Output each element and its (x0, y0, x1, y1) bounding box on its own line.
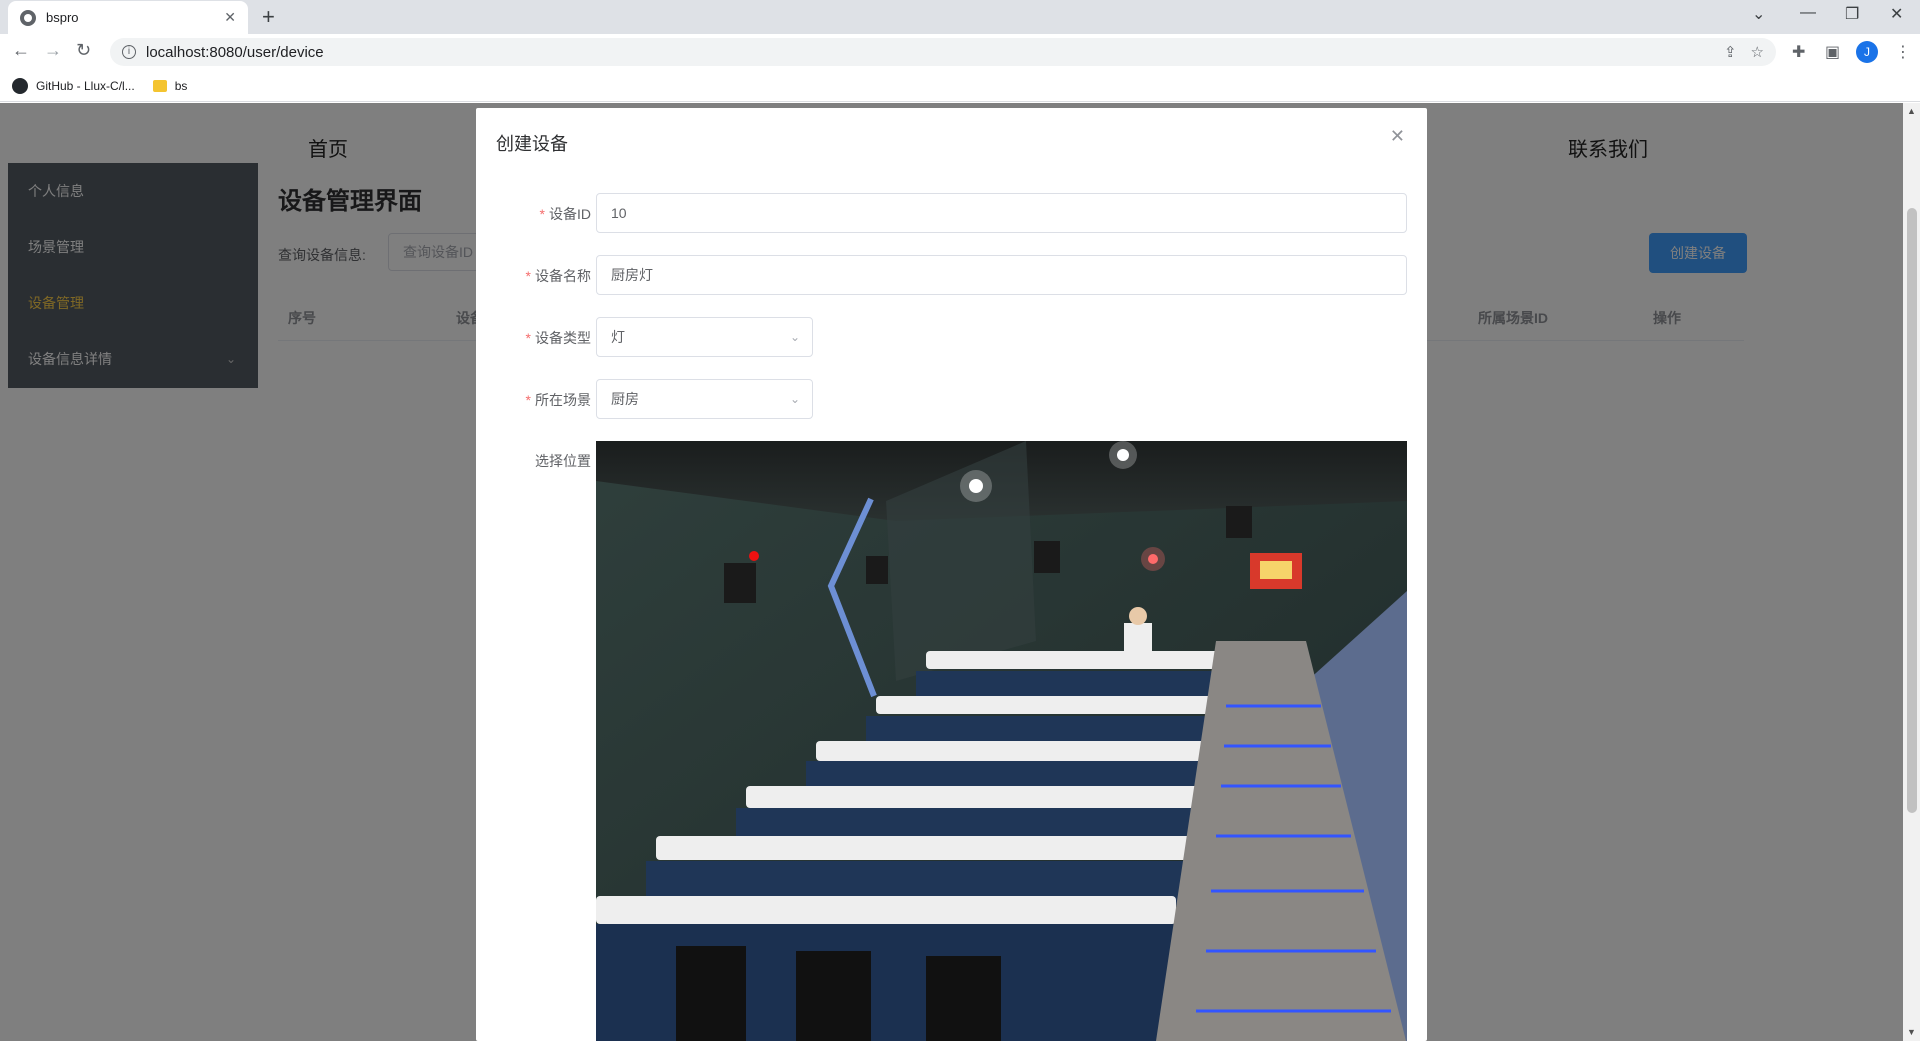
tab-title: bspro (46, 10, 79, 25)
browser-tab[interactable]: bspro ✕ (8, 1, 248, 34)
browser-toolbar: ← → ↻ i localhost:8080/user/device ⇪ ☆ ✚… (0, 34, 1920, 70)
bookmark-github[interactable]: GitHub - Llux-C/l... (12, 77, 135, 94)
location-label: 选择位置 (535, 453, 591, 469)
github-icon (12, 77, 28, 94)
reload-icon[interactable]: ↻ (76, 40, 91, 61)
address-bar[interactable]: i localhost:8080/user/device ⇪ ☆ (110, 38, 1776, 66)
scene-location-image[interactable] (596, 441, 1407, 1041)
scroll-thumb[interactable] (1907, 208, 1917, 813)
minimize-icon[interactable]: — (1800, 4, 1816, 22)
site-favicon-icon (20, 9, 36, 26)
restore-icon[interactable]: ❐ (1845, 4, 1859, 24)
back-icon[interactable]: ← (12, 40, 30, 61)
create-device-dialog: 创建设备 ✕ * 设备ID 10 * 设备名称 厨房灯 * 设备类型 灯 ⌄ * 所在场… (476, 108, 1427, 1041)
bookmark-label: GitHub - Llux-C/l... (36, 78, 135, 93)
scroll-down-icon[interactable]: ▼ (1907, 1027, 1916, 1037)
cinema-photo (596, 441, 1407, 1041)
bookmark-bs[interactable]: bs (152, 78, 188, 93)
page-scrollbar[interactable]: ▲ ▼ (1903, 103, 1920, 1041)
dialog-title: 创建设备 (496, 134, 568, 154)
browser-tab-bar: bspro ✕ + ⌄ — ❐ ✕ (0, 0, 1920, 34)
scene-select[interactable]: 厨房 ⌄ (596, 379, 813, 419)
extensions-icon[interactable]: ✚ (1792, 42, 1805, 62)
close-icon[interactable]: ✕ (1390, 126, 1405, 147)
side-panel-icon[interactable]: ▣ (1825, 42, 1840, 62)
close-window-icon[interactable]: ✕ (1890, 4, 1903, 24)
forward-icon[interactable]: → (44, 40, 62, 61)
select-value: 厨房 (611, 391, 639, 407)
bookmark-star-icon[interactable]: ☆ (1751, 43, 1764, 61)
browser-menu-icon[interactable]: ⋮ (1895, 42, 1911, 62)
url-text: localhost:8080/user/device (146, 43, 324, 61)
device-type-label: * 设备类型 (525, 330, 591, 346)
close-tab-icon[interactable]: ✕ (224, 9, 236, 26)
chevron-down-icon: ⌄ (789, 392, 800, 406)
device-id-input[interactable]: 10 (596, 193, 1407, 233)
folder-icon (152, 79, 167, 92)
device-name-input[interactable]: 厨房灯 (596, 255, 1407, 295)
select-value: 灯 (611, 329, 625, 345)
scene-label: * 所在场景 (525, 392, 591, 408)
bookmark-label: bs (174, 78, 188, 93)
profile-avatar[interactable]: J (1856, 41, 1878, 63)
scroll-up-icon[interactable]: ▲ (1907, 106, 1916, 116)
share-icon[interactable]: ⇪ (1724, 43, 1737, 61)
device-type-select[interactable]: 灯 ⌄ (596, 317, 813, 357)
device-id-label: * 设备ID (539, 206, 591, 222)
site-info-icon[interactable]: i (122, 45, 136, 59)
device-name-label: * 设备名称 (525, 268, 591, 284)
tab-search-icon[interactable]: ⌄ (1752, 4, 1765, 24)
new-tab-icon[interactable]: + (262, 5, 275, 29)
bookmarks-bar: GitHub - Llux-C/l... bs (0, 70, 1920, 102)
chevron-down-icon: ⌄ (789, 330, 800, 344)
